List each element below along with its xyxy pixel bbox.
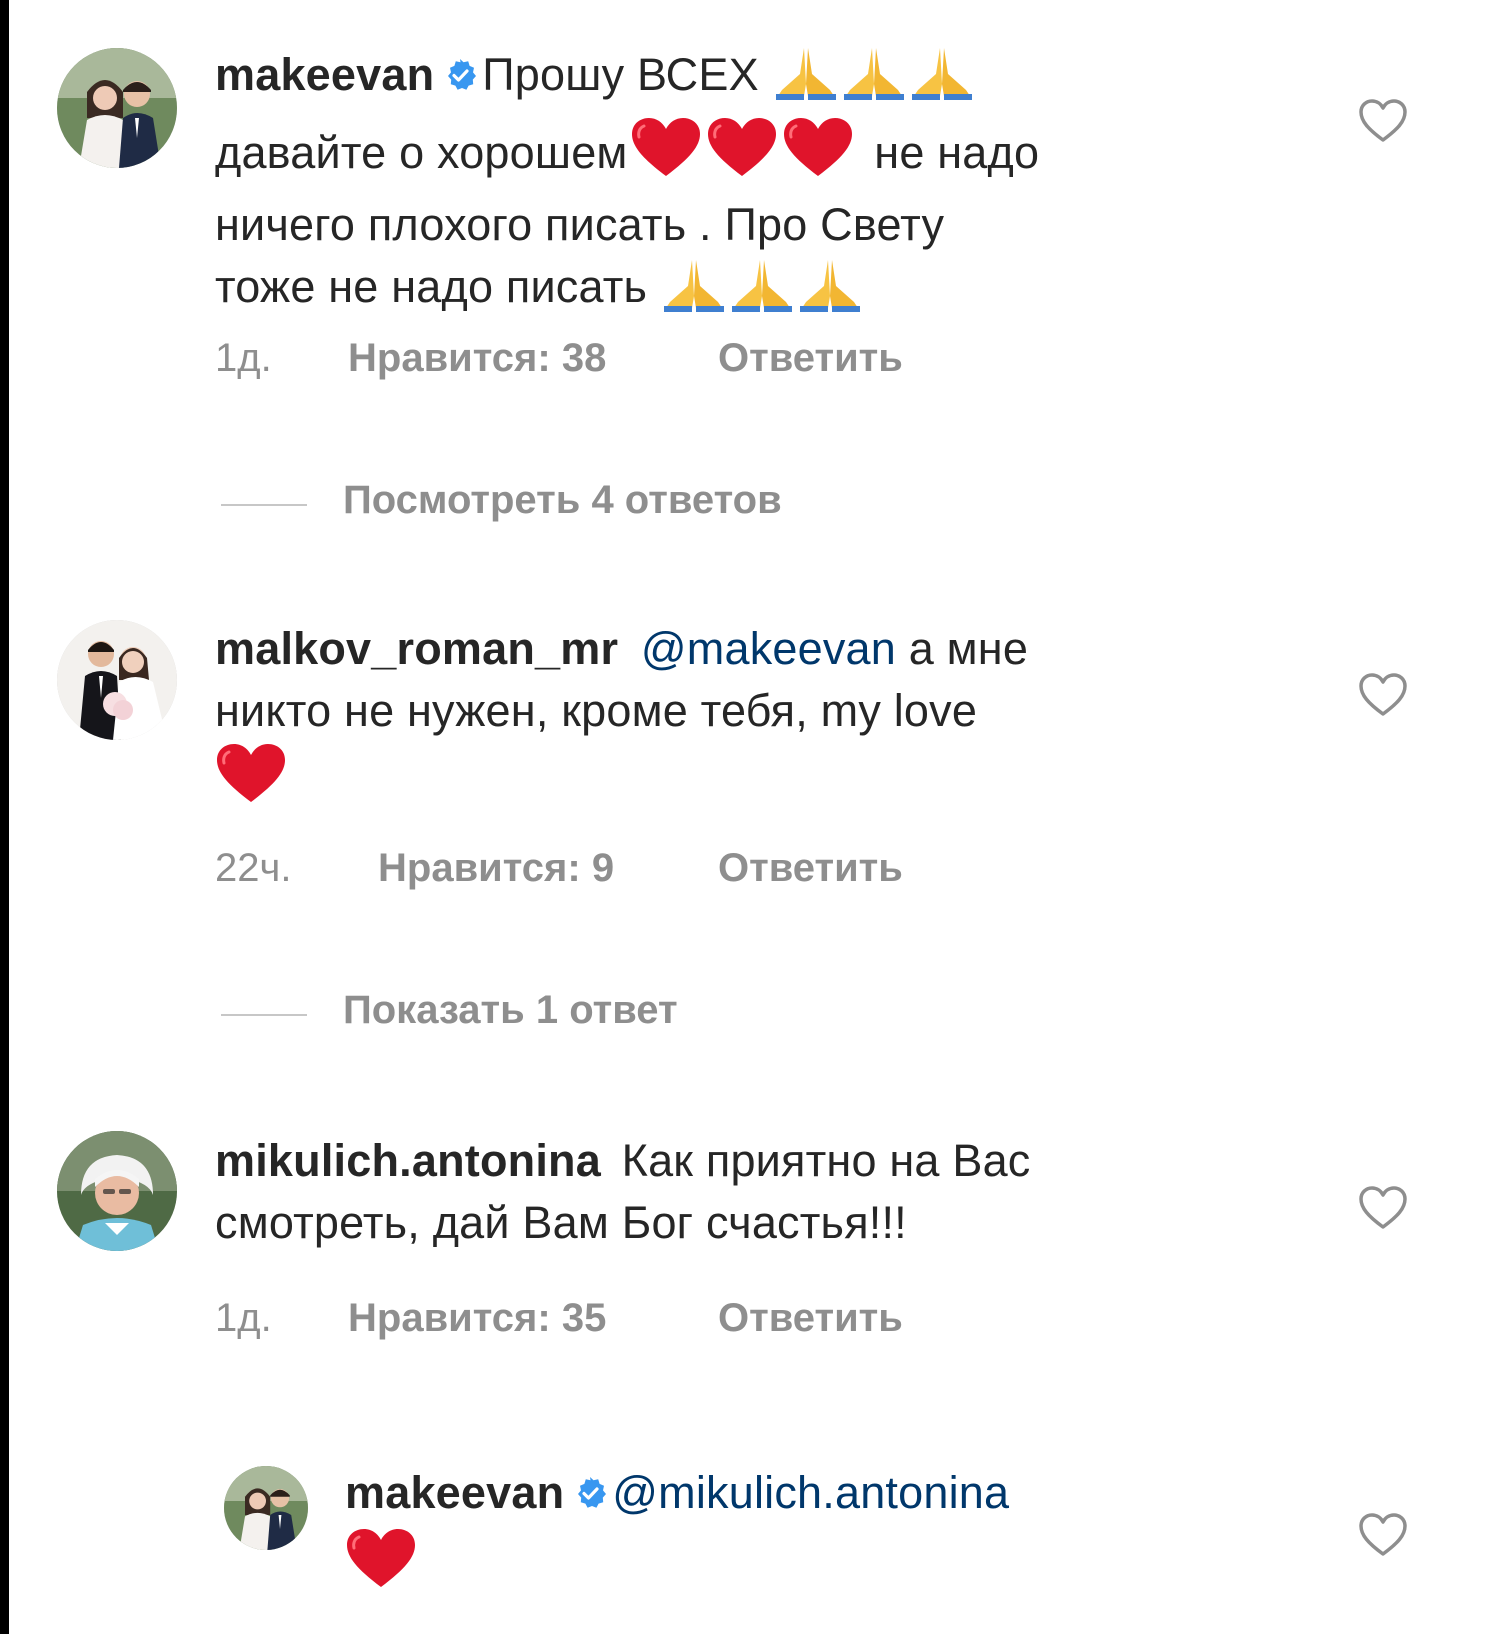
avatar[interactable]: [57, 620, 177, 740]
red-heart-emoji: [706, 116, 778, 194]
like-heart-icon[interactable]: [1358, 1512, 1408, 1558]
comment-time: 1д.: [215, 1296, 272, 1340]
replies-divider: [221, 1014, 307, 1016]
reply-button[interactable]: Ответить: [718, 1296, 903, 1341]
comment-text: malkov_roman_mr @makeevan а мне никто не…: [215, 618, 1235, 820]
avatar[interactable]: [57, 48, 177, 168]
comment-likes[interactable]: Нравится: 35: [348, 1296, 606, 1341]
comment-meta: 1д. Нравится: 38 Ответить: [215, 336, 1015, 382]
red-heart-emoji: [782, 116, 854, 194]
comment-body-line: давайте о хорошем: [215, 127, 628, 178]
red-heart-emoji: [630, 116, 702, 194]
comment-body-line: Как приятно на Вас: [621, 1135, 1031, 1186]
comment-body-line: а мне: [908, 623, 1029, 674]
comment-body-line: смотреть, дай Вам Бог счастья!!!: [215, 1197, 907, 1248]
comment-text: makeevan Прошу ВСЕХ давайте о хорошем не…: [215, 44, 1235, 328]
comment-body-line: Прошу ВСЕХ: [482, 49, 759, 100]
red-heart-emoji: [215, 742, 287, 820]
pray-emoji: [842, 44, 906, 116]
mention-link[interactable]: @makeevan: [641, 623, 896, 674]
avatar[interactable]: [57, 1131, 177, 1251]
view-replies-button[interactable]: Посмотреть 4 ответов: [221, 478, 1021, 528]
comment-time: 22ч.: [215, 846, 292, 890]
pray-emoji: [662, 256, 726, 328]
comment-body-line: ничего плохого писать . Про Свету: [215, 199, 945, 250]
verified-badge-icon: [442, 47, 478, 109]
comment-text: makeevan @mikulich.antonina: [345, 1462, 1245, 1605]
pray-emoji: [730, 256, 794, 328]
view-replies-label: Показать 1 ответ: [343, 988, 678, 1032]
comment-username[interactable]: malkov_roman_mr: [215, 623, 618, 674]
avatar[interactable]: [224, 1466, 308, 1550]
comment-username[interactable]: mikulich.antonina: [215, 1135, 601, 1186]
comment-body-line: тоже не надо писать: [215, 261, 648, 312]
pray-emoji: [910, 44, 974, 116]
comment-likes[interactable]: Нравится: 9: [378, 846, 614, 891]
comment-body-line: не надо: [874, 127, 1040, 178]
like-heart-icon[interactable]: [1358, 1185, 1408, 1231]
pray-emoji: [774, 44, 838, 116]
comment-username[interactable]: makeevan: [345, 1467, 564, 1518]
comment-text: mikulich.antonina Как приятно на Вас смо…: [215, 1130, 1235, 1254]
comment-likes[interactable]: Нравится: 38: [348, 336, 606, 381]
comment-username[interactable]: makeevan: [215, 49, 434, 100]
pray-emoji: [798, 256, 862, 328]
comment-time: 1д.: [215, 336, 272, 380]
mention-link[interactable]: @mikulich.antonina: [612, 1467, 1009, 1518]
reply-button[interactable]: Ответить: [718, 846, 903, 891]
reply-button[interactable]: Ответить: [718, 336, 903, 381]
like-heart-icon[interactable]: [1358, 98, 1408, 144]
comment-body-line: никто не нужен, кроме тебя, my love: [215, 685, 978, 736]
view-replies-button[interactable]: Показать 1 ответ: [221, 988, 1021, 1038]
comment-meta: 22ч. Нравится: 9 Ответить: [215, 846, 1015, 892]
red-heart-emoji: [345, 1527, 417, 1605]
like-heart-icon[interactable]: [1358, 672, 1408, 718]
window-edge: [0, 0, 9, 1634]
verified-badge-icon: [572, 1465, 608, 1527]
view-replies-label: Посмотреть 4 ответов: [343, 478, 782, 522]
replies-divider: [221, 504, 307, 506]
comment-meta: 1д. Нравится: 35 Ответить: [215, 1296, 1015, 1342]
